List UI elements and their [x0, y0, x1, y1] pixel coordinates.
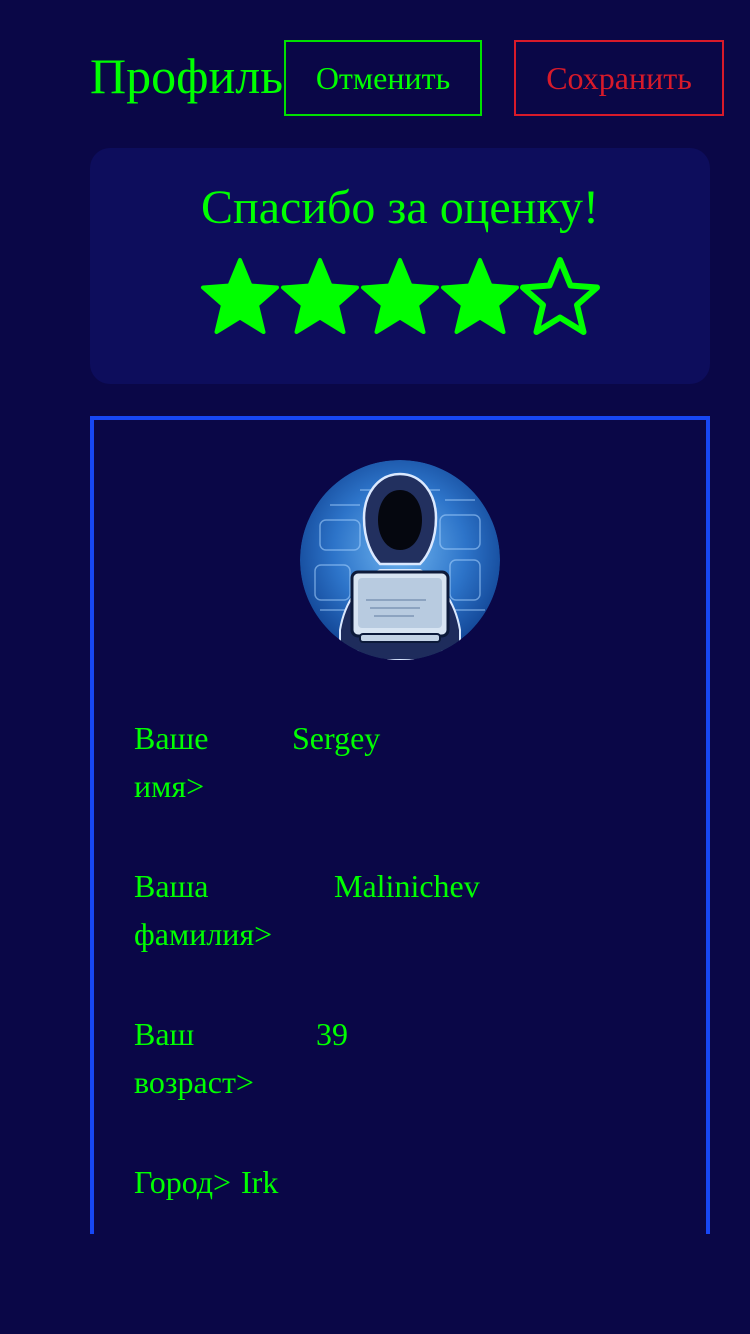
page-title: Профиль	[90, 48, 284, 104]
star-5-icon[interactable]	[520, 256, 600, 340]
star-1-icon[interactable]	[200, 256, 280, 340]
field-first-name-label: Ваше имя>	[134, 720, 209, 804]
cancel-button[interactable]: Отменить	[284, 40, 482, 116]
field-last-name: Ваша фамилия> Malinichev	[134, 862, 480, 958]
field-city-label: Город>	[134, 1164, 232, 1200]
field-age-label: Ваш возраст>	[134, 1016, 254, 1100]
field-age: Ваш возраст> 39	[134, 1010, 348, 1106]
star-rating[interactable]	[200, 256, 600, 340]
hacker-avatar-icon[interactable]	[300, 460, 500, 660]
profile-card: Ваше имя> Sergey Ваша фамилия> Maliniche…	[90, 416, 710, 1234]
rating-thanks-text: Спасибо за оценку!	[201, 181, 599, 234]
field-last-name-label: Ваша фамилия>	[134, 868, 273, 952]
field-first-name-value[interactable]: Sergey	[292, 714, 380, 810]
field-first-name: Ваше имя> Sergey	[134, 714, 380, 810]
field-city: Город> Irk	[134, 1158, 278, 1206]
rating-card: Спасибо за оценку!	[90, 148, 710, 384]
star-2-icon[interactable]	[280, 256, 360, 340]
star-4-icon[interactable]	[440, 256, 520, 340]
field-last-name-value[interactable]: Malinichev	[334, 862, 480, 958]
field-age-value[interactable]: 39	[316, 1010, 348, 1106]
field-city-value[interactable]: Irk	[241, 1158, 278, 1206]
star-3-icon[interactable]	[360, 256, 440, 340]
save-button[interactable]: Сохранить	[514, 40, 724, 116]
